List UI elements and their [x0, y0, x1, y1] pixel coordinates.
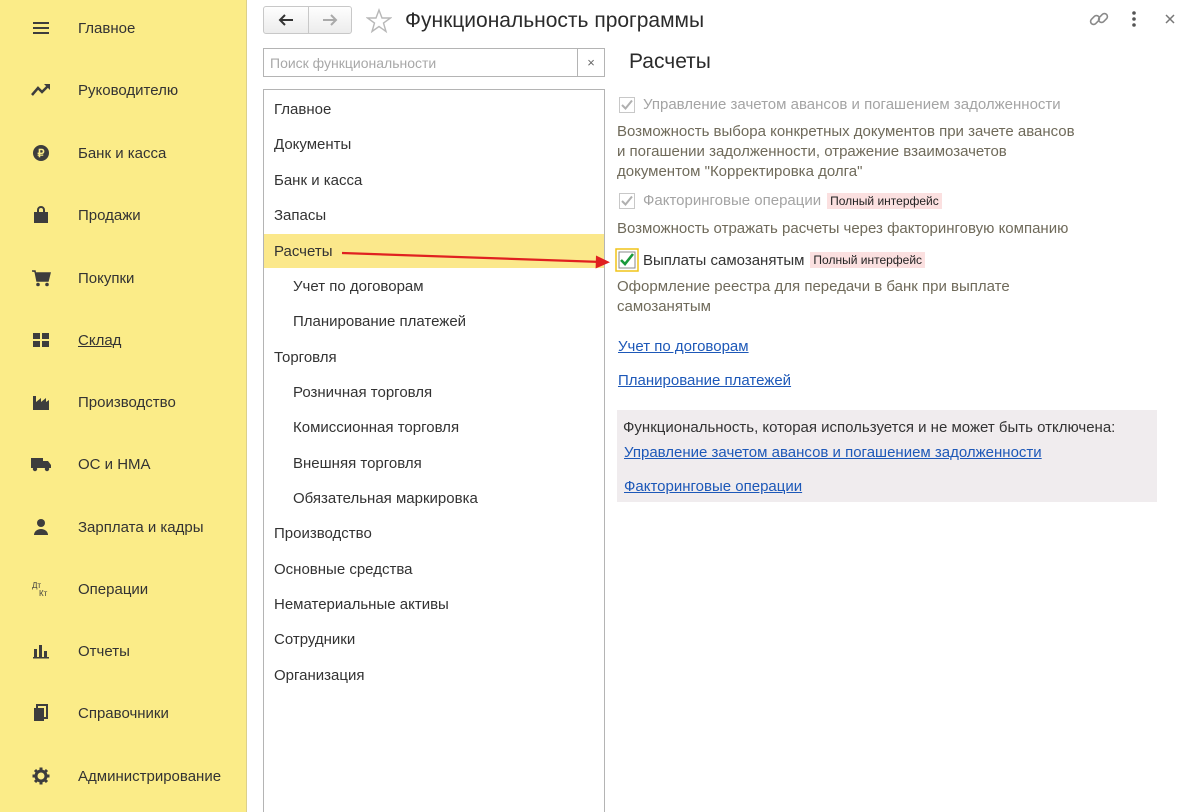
- checkmark-icon: [619, 192, 635, 209]
- search-clear-button[interactable]: ×: [577, 49, 604, 76]
- sidebar-item-salary[interactable]: Зарплата и кадры: [0, 507, 247, 547]
- truck-icon: [30, 453, 52, 475]
- sidebar-item-label: Производство: [78, 393, 176, 411]
- sidebar-item-label: Зарплата и кадры: [78, 518, 204, 536]
- sidebar-item-label: Отчеты: [78, 642, 130, 660]
- tree-item[interactable]: Организация: [264, 658, 604, 692]
- factory-icon: [30, 391, 52, 413]
- sidebar-item-label: Справочники: [78, 704, 169, 722]
- option-description: Возможность выбора конкретных документов…: [617, 122, 1075, 182]
- close-icon[interactable]: [1160, 8, 1180, 30]
- navigation-buttons: [263, 6, 352, 34]
- full-interface-badge: Полный интерфейс: [810, 252, 926, 268]
- trend-icon: [30, 79, 52, 101]
- sidebar-item-production[interactable]: Производство: [0, 382, 247, 422]
- sidebar-item-label: Банк и касса: [78, 144, 167, 162]
- sidebar-item-reports[interactable]: Отчеты: [0, 631, 247, 671]
- checkbox-advance-offset[interactable]: [619, 96, 635, 113]
- search-input[interactable]: [264, 49, 577, 76]
- tree-item[interactable]: Банк и касса: [264, 163, 604, 197]
- books-icon: [30, 702, 52, 724]
- tree-item[interactable]: Планирование платежей: [264, 304, 604, 338]
- tree-item[interactable]: Документы: [264, 127, 604, 161]
- option-label: Управление зачетом авансов и погашением …: [643, 96, 1061, 113]
- tree-item[interactable]: Сотрудники: [264, 622, 604, 656]
- sidebar-item-warehouse[interactable]: Склад: [0, 320, 247, 360]
- sidebar-item-label: Склад: [78, 331, 122, 349]
- search-field: ×: [263, 48, 605, 77]
- tree-item[interactable]: Комиссионная торговля: [264, 410, 604, 444]
- sidebar-item-label: Руководителю: [78, 81, 179, 99]
- tree-item[interactable]: Нематериальные активы: [264, 587, 604, 621]
- option-description: Возможность отражать расчеты через факто…: [617, 219, 1068, 239]
- link-icon[interactable]: [1088, 8, 1110, 30]
- sidebar-item-main[interactable]: Главное: [0, 8, 247, 48]
- link-contracts-accounting[interactable]: Учет по договорам: [618, 338, 749, 355]
- sidebar-item-label: Главное: [78, 19, 136, 37]
- link-payment-planning[interactable]: Планирование платежей: [618, 372, 791, 389]
- description-line: самозанятым: [617, 298, 711, 315]
- tree-item[interactable]: Производство: [264, 516, 604, 550]
- checkmark-icon: [619, 96, 635, 113]
- option-label: Выплаты самозанятым: [643, 251, 805, 269]
- gear-icon: [30, 765, 52, 787]
- dt-kt-icon-bottom: Кт: [39, 589, 48, 598]
- tree-item[interactable]: Внешняя торговля: [264, 446, 604, 480]
- option-description: Оформление реестра для передачи в банк п…: [617, 277, 1010, 317]
- arrow-left-icon: [278, 14, 293, 26]
- tree-item[interactable]: Розничная торговля: [264, 375, 604, 409]
- dt-kt-icon: Дт Кт: [30, 578, 52, 600]
- sidebar-item-operations[interactable]: Дт Кт Операции: [0, 569, 247, 609]
- option-factoring: Факторинговые операции Полный интерфейс: [619, 192, 942, 209]
- shopping-bag-icon: [30, 204, 52, 226]
- option-label: Факторинговые операции: [643, 192, 822, 209]
- arrow-right-icon: [322, 14, 338, 26]
- page-title: Функциональность программы: [405, 9, 705, 32]
- bar-chart-icon: [30, 640, 52, 662]
- sidebar-item-bank[interactable]: ₽ Банк и касса: [0, 133, 247, 173]
- tree-item[interactable]: Запасы: [264, 198, 604, 232]
- option-advance-offset: Управление зачетом авансов и погашением …: [619, 96, 1061, 113]
- sidebar-item-manager[interactable]: Руководителю: [0, 70, 247, 110]
- description-line: документом "Корректировка долга": [617, 163, 863, 180]
- warehouse-icon: [30, 329, 52, 351]
- description-line: Оформление реестра для передачи в банк п…: [617, 278, 1010, 295]
- sidebar-item-label: Операции: [78, 580, 149, 598]
- sidebar-item-label: Покупки: [78, 269, 135, 287]
- tree-item[interactable]: Главное: [264, 92, 604, 126]
- sidebar-item-label: Администрирование: [78, 767, 222, 785]
- description-line: и погашении задолженности, отражение вза…: [617, 143, 1007, 160]
- forward-button[interactable]: [307, 7, 352, 33]
- sidebar-item-admin[interactable]: Администрирование: [0, 756, 247, 796]
- menu-icon: [30, 17, 52, 39]
- cart-icon: [30, 267, 52, 289]
- option-self-employed: Выплаты самозанятым Полный интерфейс: [615, 248, 926, 272]
- more-icon[interactable]: [1124, 8, 1144, 30]
- full-interface-badge: Полный интерфейс: [827, 192, 942, 209]
- sidebar: Главное Руководителю ₽ Банк и касса Прод…: [0, 0, 247, 812]
- person-icon: [30, 516, 52, 538]
- annotation-arrow: [341, 251, 610, 269]
- section-title: Расчеты: [629, 50, 711, 73]
- sidebar-item-label: Продажи: [78, 206, 141, 224]
- link-factoring[interactable]: Факторинговые операции: [624, 478, 802, 495]
- description-line: Возможность отражать расчеты через факто…: [617, 220, 1069, 237]
- section-tree: Главное Документы Банк и касса Запасы Ра…: [263, 89, 605, 812]
- sidebar-item-label: ОС и НМА: [78, 455, 151, 473]
- back-button[interactable]: [264, 7, 308, 33]
- link-advance-offset[interactable]: Управление зачетом авансов и погашением …: [624, 444, 1042, 461]
- sidebar-item-fixed-assets[interactable]: ОС и НМА: [0, 444, 247, 484]
- description-line: Возможность выбора конкретных документов…: [617, 123, 1075, 140]
- sidebar-item-purchases[interactable]: Покупки: [0, 258, 247, 298]
- sidebar-item-catalogs[interactable]: Справочники: [0, 693, 247, 733]
- sidebar-item-sales[interactable]: Продажи: [0, 195, 247, 235]
- ruble-icon: ₽: [30, 142, 52, 164]
- always-enabled-caption: Функциональность, которая используется и…: [623, 419, 1116, 436]
- svg-text:₽: ₽: [38, 148, 45, 160]
- tree-item[interactable]: Торговля: [264, 340, 604, 374]
- tree-item[interactable]: Основные средства: [264, 552, 604, 586]
- checkbox-factoring[interactable]: [619, 192, 635, 209]
- star-icon[interactable]: [366, 8, 392, 34]
- tree-item[interactable]: Обязательная маркировка: [264, 481, 604, 515]
